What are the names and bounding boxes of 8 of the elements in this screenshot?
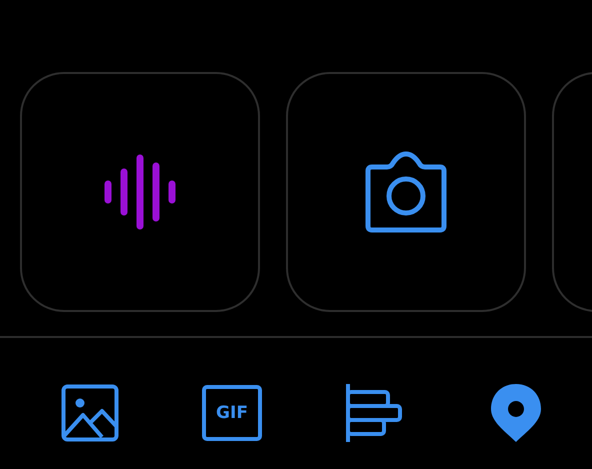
camera-card[interactable] bbox=[286, 72, 526, 312]
location-pin-icon[interactable] bbox=[490, 384, 542, 442]
camera-icon bbox=[363, 151, 449, 233]
voice-card[interactable] bbox=[20, 72, 260, 312]
gif-button[interactable]: GIF bbox=[202, 385, 262, 441]
image-icon[interactable] bbox=[61, 384, 119, 442]
waveform-icon bbox=[102, 154, 178, 230]
bar-chart-icon[interactable] bbox=[344, 384, 404, 442]
